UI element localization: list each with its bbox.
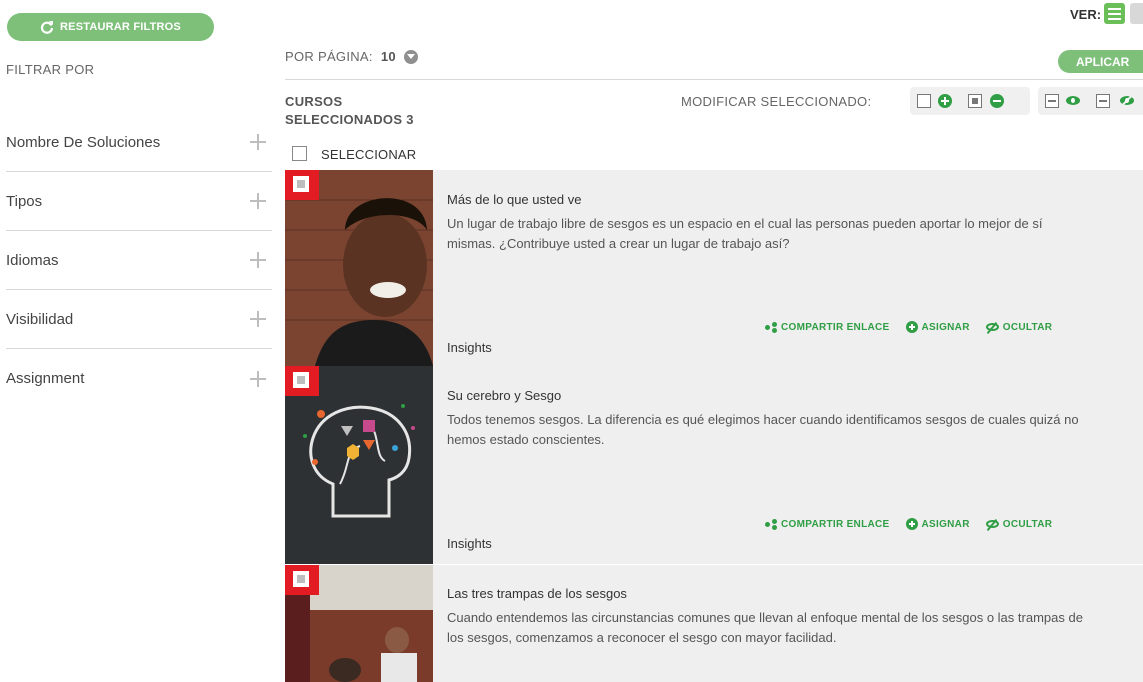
facet-label: Visibilidad	[6, 310, 74, 328]
facet-types[interactable]: Tipos	[6, 172, 272, 231]
view-label: VER:	[1070, 7, 1102, 22]
share-icon	[765, 518, 777, 530]
modify-selected-label: MODIFICAR SELECCIONADO:	[681, 94, 872, 109]
per-page-value: 10	[380, 49, 396, 64]
course-card: Las tres trampas de los sesgos Cuando en…	[285, 565, 1143, 682]
divider	[285, 79, 1143, 80]
course-description: Todos tenemos sesgos. La diferencia es q…	[447, 412, 1079, 447]
course-card: Su cerebro y Sesgo Todos tenemos sesgos.…	[285, 366, 1143, 564]
hide-button[interactable]: OCULTAR	[985, 321, 1053, 333]
course-title[interactable]: Su cerebro y Sesgo	[447, 388, 561, 403]
per-page-selector[interactable]: POR PÁGINA: 10	[285, 49, 418, 64]
facet-label: Idiomas	[6, 251, 59, 269]
reset-filters-button[interactable]: RESTAURAR FILTROS	[7, 13, 214, 41]
eye-slash-icon[interactable]	[1120, 96, 1134, 105]
plus-icon[interactable]	[250, 252, 266, 268]
share-link-label: COMPARTIR ENLACE	[781, 321, 890, 333]
share-link-button[interactable]: COMPARTIR ENLACE	[765, 518, 890, 530]
facet-assignment[interactable]: Assignment	[6, 349, 272, 408]
facet-visibility[interactable]: Visibilidad	[6, 290, 272, 349]
add-circle-icon	[905, 321, 918, 333]
course-description: Un lugar de trabajo libre de sesgos es u…	[447, 216, 1043, 251]
assign-label: ASIGNAR	[921, 518, 970, 530]
add-circle-icon[interactable]	[938, 94, 952, 108]
course-title[interactable]: Las tres trampas de los sesgos	[447, 586, 627, 601]
share-link-button[interactable]: COMPARTIR ENLACE	[765, 321, 890, 333]
eye-icon[interactable]	[1066, 96, 1080, 105]
checkbox-filled-icon[interactable]	[968, 94, 982, 108]
remove-circle-icon[interactable]	[990, 94, 1004, 108]
hide-button[interactable]: OCULTAR	[985, 518, 1053, 530]
apply-button[interactable]: APLICAR	[1058, 50, 1143, 73]
bulk-visibility-group	[1038, 87, 1143, 115]
checkbox-minus-icon[interactable]	[1045, 94, 1059, 108]
selected-courses-count: CURSOS SELECCIONADOS 3	[285, 94, 414, 127]
course-type: Insights	[447, 536, 492, 551]
grid-view-icon[interactable]	[1130, 3, 1143, 24]
plus-icon[interactable]	[250, 370, 266, 387]
chevron-down-icon[interactable]	[403, 49, 418, 64]
assign-label: ASIGNAR	[921, 321, 970, 333]
facet-label: Assignment	[6, 370, 85, 387]
eye-slash-icon	[985, 323, 999, 331]
add-circle-icon	[905, 518, 918, 530]
refresh-icon	[41, 21, 54, 34]
hide-label: OCULTAR	[1002, 321, 1053, 333]
select-all-checkbox[interactable]	[292, 146, 307, 161]
course-select-checkbox[interactable]	[285, 366, 319, 396]
facet-languages[interactable]: Idiomas	[6, 231, 272, 290]
course-select-checkbox[interactable]	[285, 170, 319, 200]
plus-icon[interactable]	[250, 134, 266, 150]
facet-label: Nombre De Soluciones	[6, 133, 161, 151]
filter-by-heading: FILTRAR POR	[6, 62, 95, 77]
facet-solution-name[interactable]: Nombre De Soluciones	[6, 113, 272, 172]
list-view-icon[interactable]	[1104, 3, 1125, 24]
per-page-label: POR PÁGINA:	[285, 49, 373, 64]
eye-slash-icon	[985, 520, 999, 528]
course-select-checkbox[interactable]	[285, 565, 319, 595]
bulk-assign-group	[910, 87, 1030, 115]
share-link-label: COMPARTIR ENLACE	[781, 518, 890, 530]
checkbox-minus-icon[interactable]	[1096, 94, 1110, 108]
plus-icon[interactable]	[250, 193, 266, 209]
reset-filters-label: RESTAURAR FILTROS	[60, 21, 181, 33]
course-actions: COMPARTIR ENLACE ASIGNAR OCULTAR	[765, 321, 1052, 333]
share-icon	[765, 321, 777, 333]
plus-icon[interactable]	[250, 311, 266, 327]
course-type: Insights	[447, 340, 492, 355]
select-all-label: SELECCIONAR TODO	[321, 147, 417, 161]
assign-button[interactable]: ASIGNAR	[905, 518, 970, 530]
course-card: Más de lo que usted ve Un lugar de traba…	[285, 170, 1143, 366]
course-description: Cuando entendemos las circunstancias com…	[447, 610, 1083, 645]
course-title[interactable]: Más de lo que usted ve	[447, 192, 581, 207]
course-actions: COMPARTIR ENLACE ASIGNAR OCULTAR	[765, 518, 1052, 530]
assign-button[interactable]: ASIGNAR	[905, 321, 970, 333]
facet-label: Tipos	[6, 192, 43, 210]
hide-label: OCULTAR	[1002, 518, 1053, 530]
checkbox-icon[interactable]	[917, 94, 931, 108]
